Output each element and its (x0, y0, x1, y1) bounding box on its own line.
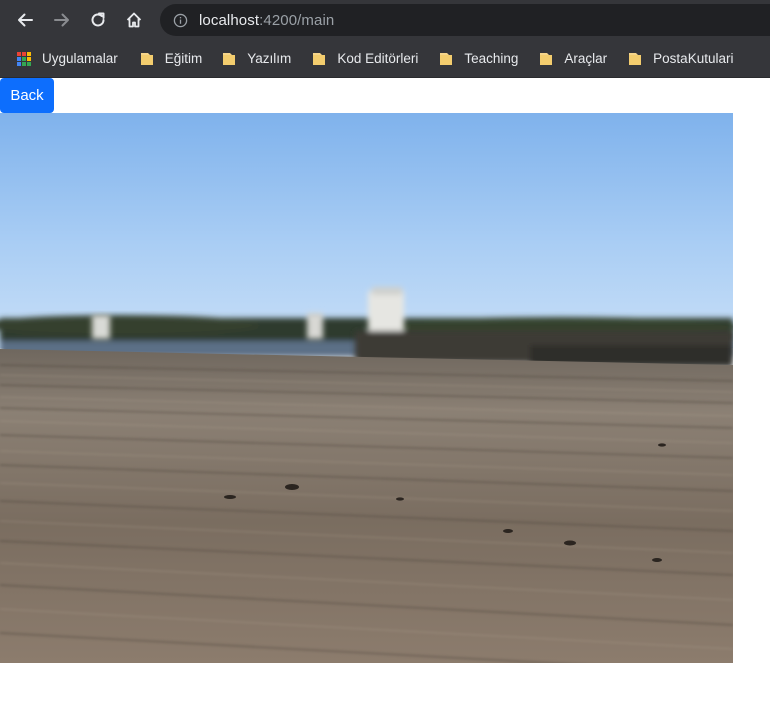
home-icon (126, 12, 142, 28)
url-path: :4200/main (259, 11, 335, 29)
bookmark-egitim[interactable]: Eğitim (126, 45, 211, 73)
bookmark-uygulamalar[interactable]: Uygulamalar (0, 45, 126, 73)
boardwalk-pier-photo (0, 113, 733, 663)
bookmark-label: PostaKutulari (653, 51, 734, 66)
address-bar[interactable]: localhost:4200/main (160, 4, 770, 36)
folder-icon (627, 51, 643, 67)
folder-icon (438, 51, 454, 67)
folder-icon (538, 51, 554, 67)
bookmark-label: Kod Editörleri (337, 51, 419, 66)
bookmark-yazilim[interactable]: Yazılım (210, 45, 299, 73)
bookmark-label: Eğitim (164, 51, 203, 66)
browser-toolbar: localhost:4200/main (0, 0, 770, 40)
bookmark-label: Teaching (464, 51, 519, 66)
bookmark-kod-editorleri[interactable]: Kod Editörleri (299, 45, 426, 73)
reload-icon (91, 12, 105, 27)
url-host: localhost (199, 11, 260, 29)
bookmark-label: Araçlar (564, 51, 608, 66)
bookmark-label: Uygulamalar (42, 51, 118, 66)
browser-forward-button[interactable] (44, 0, 80, 40)
folder-icon (139, 51, 155, 67)
browser-back-button[interactable] (6, 0, 44, 40)
back-button[interactable]: Back (0, 78, 54, 113)
bookmark-postakutulari[interactable]: PostaKutulari (615, 45, 741, 73)
browser-home-button[interactable] (116, 0, 152, 40)
url-text: localhost:4200/main (199, 12, 334, 29)
bookmark-teaching[interactable]: Teaching (426, 45, 526, 73)
folder-icon (221, 51, 237, 67)
folder-icon (311, 51, 327, 67)
arrow-right-icon (54, 13, 69, 27)
apps-grid-icon (16, 51, 32, 67)
bookmark-label: Yazılım (247, 51, 292, 66)
info-icon[interactable] (172, 12, 188, 28)
arrow-left-icon (18, 13, 33, 27)
bookmark-araclar[interactable]: Araçlar (526, 45, 615, 73)
bookmarks-bar: Uygulamalar Eğitim Yazılım Kod Editörler… (0, 40, 770, 78)
browser-reload-button[interactable] (80, 0, 116, 40)
